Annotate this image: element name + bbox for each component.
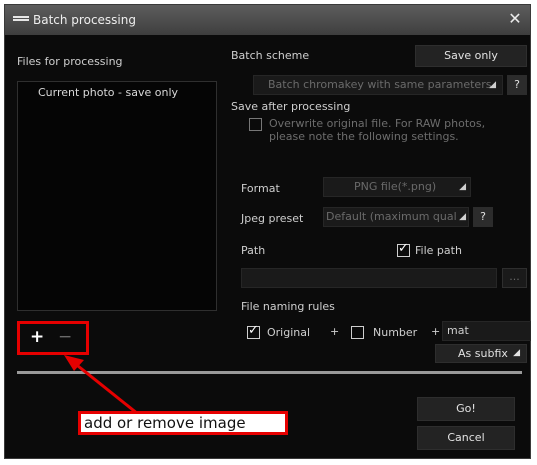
annotation-arrow bbox=[64, 355, 139, 416]
annotation-arrow-shaft bbox=[72, 360, 139, 416]
annotation-callout: add or remove image bbox=[78, 411, 288, 435]
